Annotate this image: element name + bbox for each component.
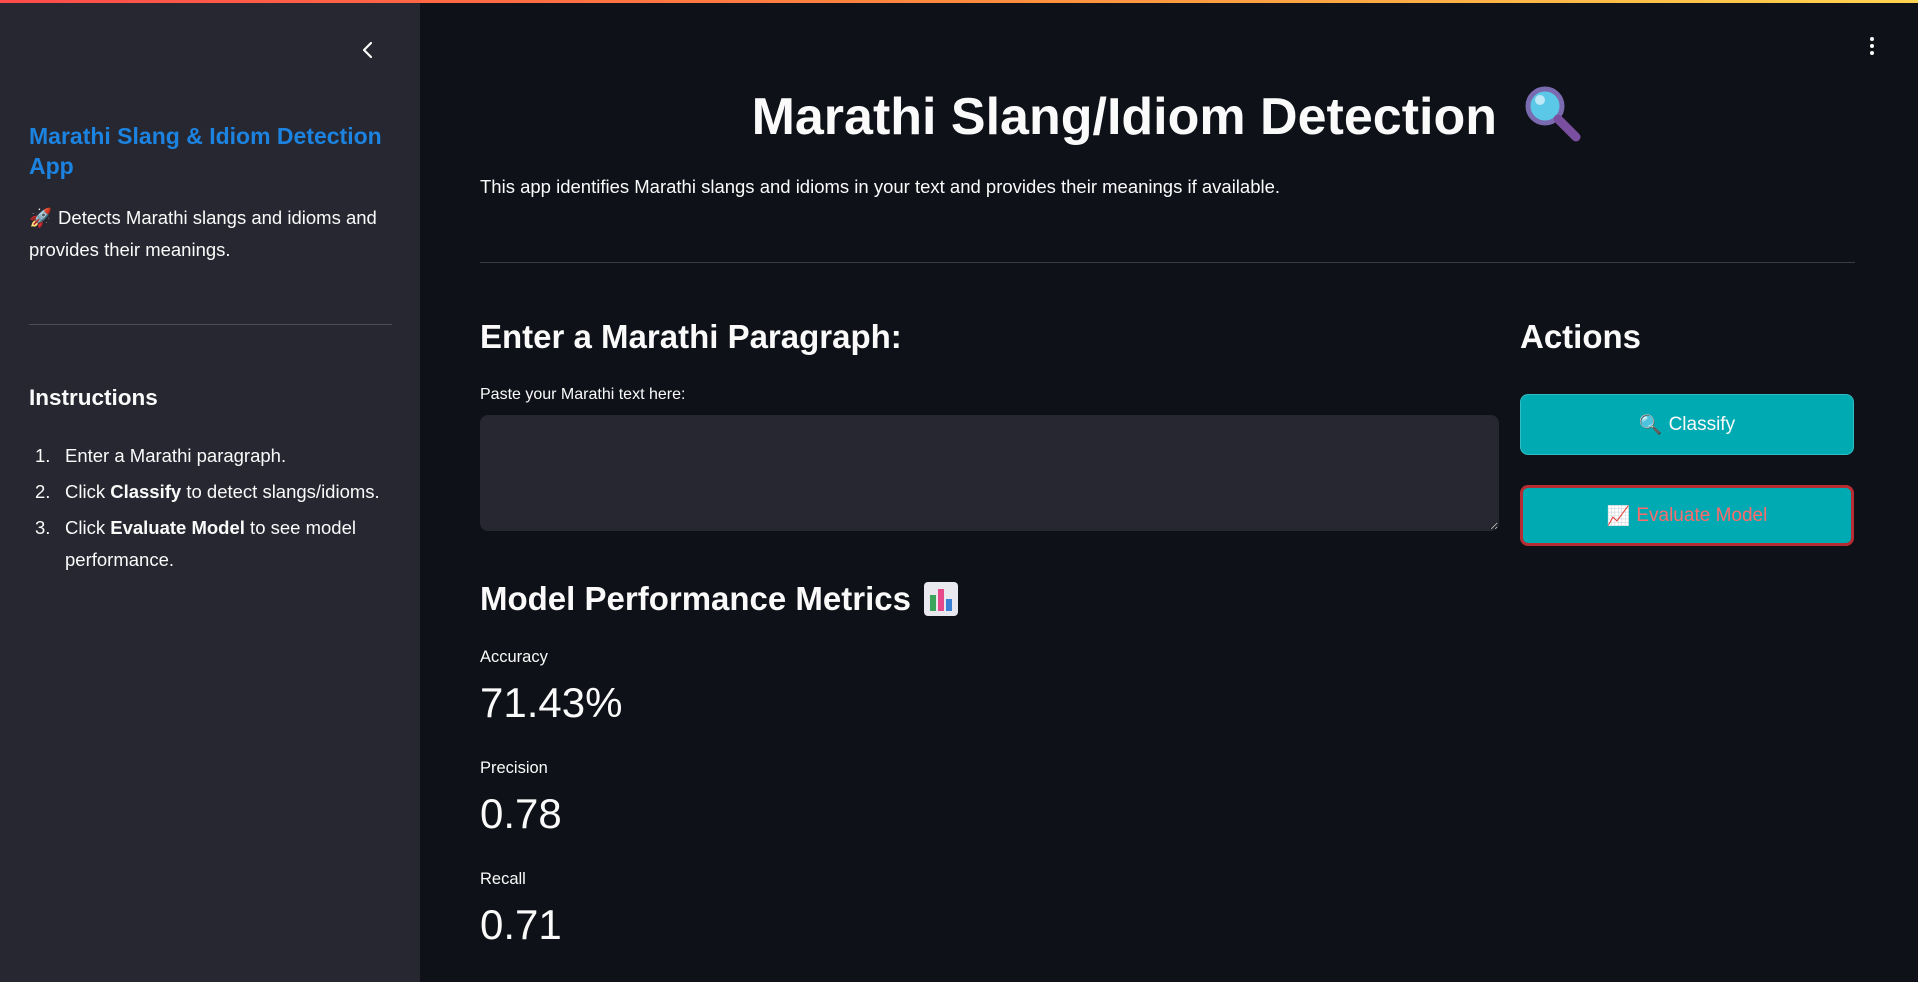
instruction-text-part: to detect slangs/idioms. (181, 481, 380, 502)
sidebar-divider (29, 324, 392, 325)
page-description: This app identifies Marathi slangs and i… (480, 176, 1281, 197)
metric-recall-label: Recall (480, 870, 526, 888)
sidebar: Marathi Slang & Idiom Detection App 🚀 Det… (0, 0, 420, 982)
instructions-list: 1. Enter a Marathi paragraph. 2. Click C… (29, 440, 399, 580)
instruction-text-part: Click (65, 517, 111, 538)
instruction-item: 1. Enter a Marathi paragraph. (29, 440, 399, 472)
instruction-emphasis: Evaluate Model (110, 517, 245, 538)
instruction-text: Enter a Marathi paragraph. (65, 440, 286, 472)
instruction-text-part: Enter a Marathi paragraph. (65, 445, 287, 466)
instruction-text: Click Evaluate Model to see model perfor… (65, 512, 399, 576)
instruction-item: 2. Click Classify to detect slangs/idiom… (29, 476, 399, 508)
sidebar-app-title: Marathi Slang & Idiom Detection App (29, 123, 382, 179)
metric-precision-label: Precision (480, 759, 548, 777)
text-input-label: Paste your Marathi text here: (480, 386, 686, 403)
metrics-heading: Model Performance Metrics (480, 580, 911, 617)
marathi-text-input[interactable] (480, 415, 1499, 531)
more-vertical-icon-dot (1870, 44, 1874, 48)
instruction-text-part: Click (65, 481, 111, 502)
instruction-emphasis: Classify (110, 481, 182, 502)
evaluate-button-label: Evaluate Model (1636, 504, 1768, 526)
rocket-icon: 🚀 (29, 207, 53, 228)
classify-button-label: Classify (1668, 413, 1736, 435)
page-title: Marathi Slang/Idiom Detection (751, 88, 1497, 146)
metrics-heading-block: Model Performance Metrics (480, 580, 959, 618)
instruction-number: 1. (35, 445, 51, 466)
instruction-number: 2. (35, 481, 51, 502)
metric-accuracy-label: Accuracy (480, 648, 548, 666)
more-vertical-icon (1870, 37, 1874, 41)
top-decoration-bar (0, 0, 1918, 3)
sidebar-collapse-button[interactable] (354, 36, 382, 64)
main-divider (480, 262, 1855, 263)
main-menu-button[interactable] (1860, 34, 1884, 58)
sidebar-description-block: 🚀 Detects Marathi slangs and idioms and p… (29, 202, 399, 266)
input-heading: Enter a Marathi Paragraph: (480, 318, 902, 355)
instructions-heading: Instructions (29, 385, 158, 410)
classify-button[interactable]: 🔍 Classify (1520, 394, 1854, 455)
metric-recall-value: 0.71 (480, 901, 562, 948)
chart-increasing-icon: 📈 (1606, 505, 1631, 527)
page-title-block: Marathi Slang/Idiom Detection (480, 80, 1855, 154)
metric-precision-value: 0.78 (480, 790, 562, 837)
chevron-left-icon (362, 41, 373, 59)
evaluate-model-button[interactable]: 📈 Evaluate Model (1520, 485, 1854, 546)
instruction-number: 3. (35, 517, 51, 538)
bar-chart-icon (923, 582, 958, 616)
magnifying-glass-icon (1525, 86, 1581, 142)
actions-heading: Actions (1520, 318, 1642, 355)
metric-accuracy-value: 71.43% (480, 679, 623, 726)
magnifying-glass-icon: 🔍 (1638, 414, 1663, 436)
more-vertical-icon-dot (1870, 51, 1874, 55)
instruction-text: Click Classify to detect slangs/idioms. (65, 476, 380, 508)
instruction-item: 3. Click Evaluate Model to see model per… (29, 512, 399, 576)
sidebar-description: Detects Marathi slangs and idioms and pr… (29, 207, 377, 260)
